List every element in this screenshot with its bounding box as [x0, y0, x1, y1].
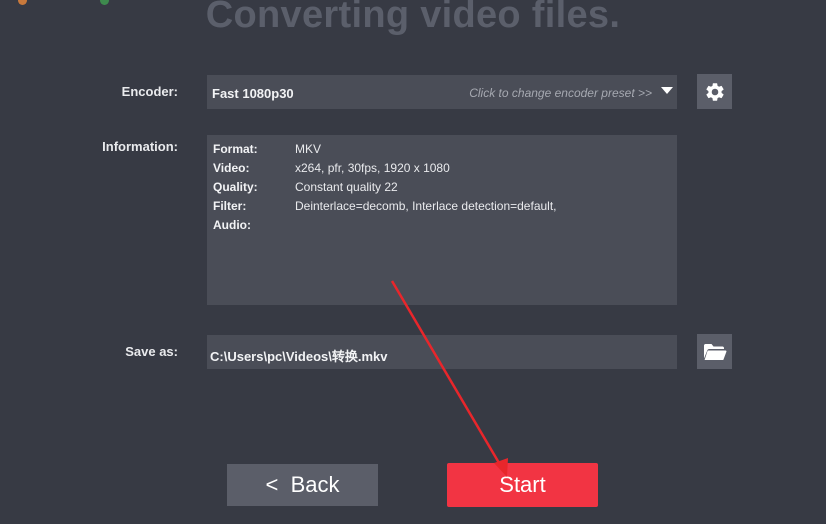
- info-value: Deinterlace=decomb, Interlace detection=…: [295, 199, 557, 213]
- save-as-label: Save as:: [125, 344, 178, 359]
- annotation-arrow-line: [390, 280, 504, 469]
- information-panel: Format: MKV Video: x264, pfr, 30fps, 192…: [207, 135, 677, 305]
- info-value: x264, pfr, 30fps, 1920 x 1080: [295, 161, 450, 175]
- info-value: MKV: [295, 142, 322, 156]
- info-key: Video:: [213, 161, 250, 175]
- encoder-preset-value: Fast 1080p30: [212, 86, 294, 101]
- save-path-field[interactable]: C:\Users\pc\Videos\转换.mkv: [207, 335, 677, 369]
- encoder-label: Encoder:: [121, 84, 178, 99]
- save-path-value: C:\Users\pc\Videos\转换.mkv: [210, 349, 388, 364]
- gear-icon: [705, 82, 724, 101]
- encoder-preset-dropdown[interactable]: Fast 1080p30 Click to change encoder pre…: [207, 75, 677, 109]
- info-value: Constant quality 22: [295, 180, 398, 194]
- back-button[interactable]: < Back: [227, 464, 378, 506]
- folder-icon: [703, 343, 726, 360]
- information-label: Information:: [102, 139, 178, 154]
- chevron-down-icon[interactable]: [661, 87, 673, 94]
- encoder-settings-button[interactable]: [697, 74, 732, 109]
- browse-folder-button[interactable]: [697, 334, 732, 369]
- info-key: Format:: [213, 142, 258, 156]
- encoder-preset-hint: Click to change encoder preset >>: [469, 86, 652, 100]
- info-key: Filter:: [213, 199, 247, 213]
- start-button[interactable]: Start: [447, 463, 598, 507]
- page-title: Converting video files.: [205, 0, 621, 36]
- info-key: Quality:: [213, 180, 258, 194]
- info-key: Audio:: [213, 218, 251, 232]
